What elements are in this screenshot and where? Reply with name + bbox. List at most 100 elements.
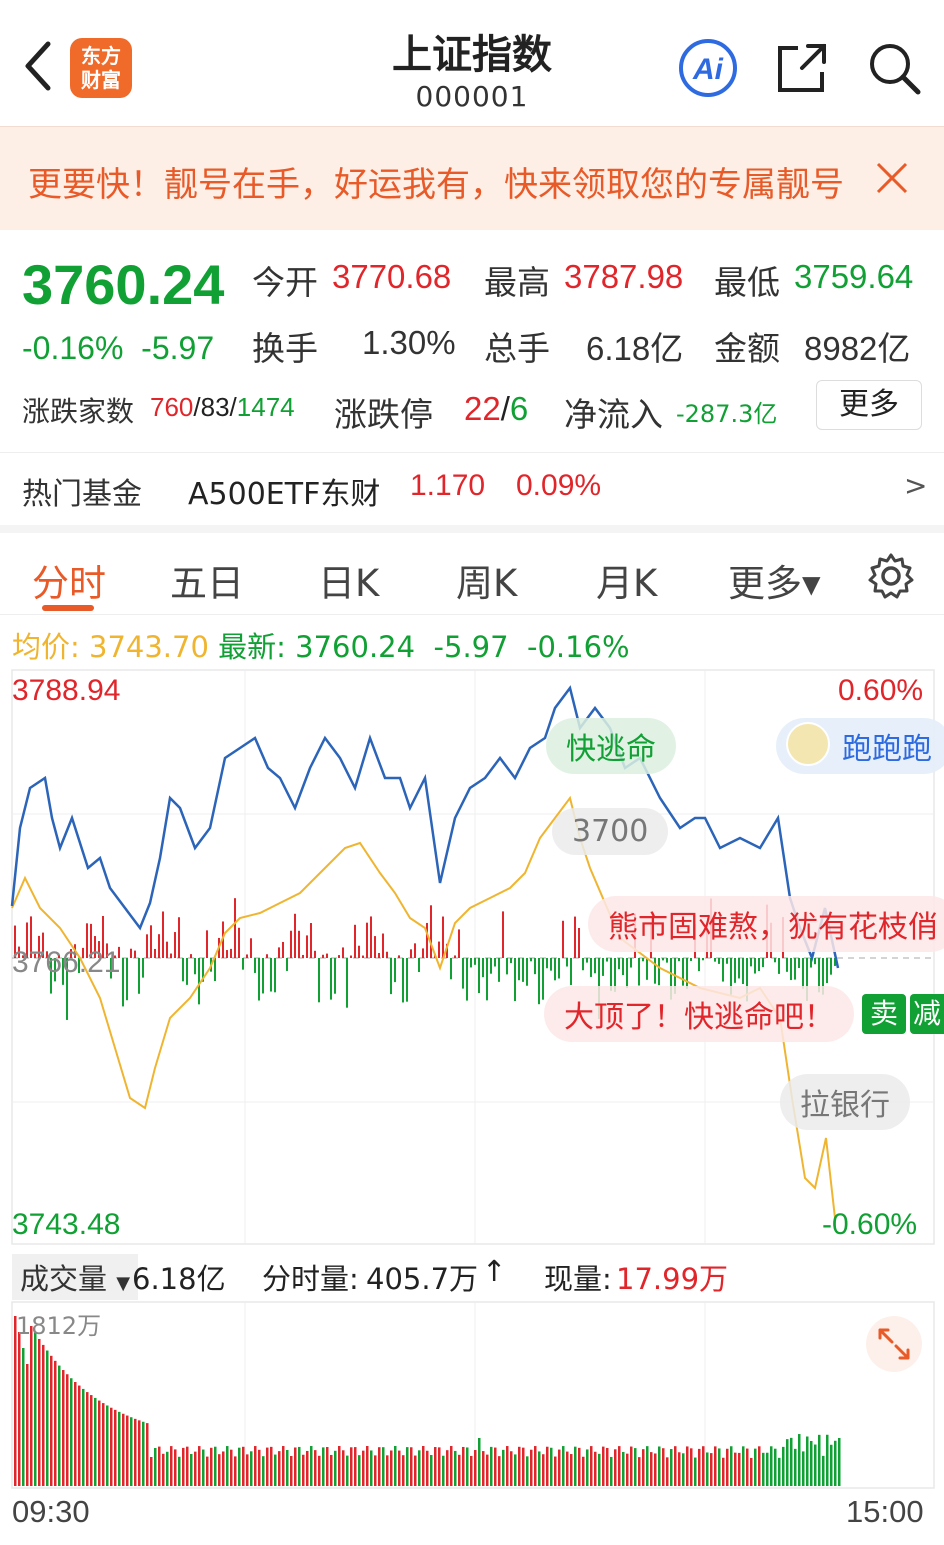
net-volume-bar <box>802 958 804 989</box>
volume-bar <box>182 1447 185 1486</box>
tab-more[interactable]: 更多▾ <box>728 553 821 607</box>
comment-bubble[interactable]: 快逃命 <box>546 718 676 774</box>
volume-label: 总手 <box>484 329 550 368</box>
net-volume-bar <box>722 958 724 982</box>
net-volume-bar <box>170 953 172 958</box>
volume-bar <box>38 1338 41 1486</box>
volume-bar <box>430 1455 433 1486</box>
volume-bar <box>566 1451 569 1486</box>
tab-monthly[interactable]: 月K <box>596 553 657 607</box>
volume-bar <box>290 1455 293 1486</box>
tab-weekly[interactable]: 周K <box>456 553 517 607</box>
volume-bar <box>542 1454 545 1486</box>
fund-price: 1.170 <box>410 469 486 502</box>
net-volume-bar <box>562 920 564 958</box>
sell-button[interactable]: 卖 <box>862 994 906 1034</box>
volume-bar <box>474 1450 477 1486</box>
net-volume-bar <box>122 958 124 1007</box>
gear-icon[interactable] <box>866 551 916 601</box>
search-icon[interactable] <box>866 40 922 96</box>
volume-bar <box>782 1446 785 1486</box>
net-volume-bar <box>466 958 468 1001</box>
ai-icon[interactable]: Ai <box>676 38 740 98</box>
volume-bar <box>402 1455 405 1486</box>
axis-mid-price: 3766.21 <box>12 946 121 979</box>
net-volume-bar <box>194 958 196 975</box>
net-volume-bar <box>126 958 128 1001</box>
volume-bar <box>762 1452 765 1486</box>
net-volume-bar <box>474 958 476 965</box>
volume-bar <box>242 1446 245 1486</box>
net-volume-bar <box>642 958 644 962</box>
volume-bar <box>682 1453 685 1486</box>
net-volume-bar <box>366 922 368 958</box>
volume-bar <box>434 1447 437 1486</box>
volume-bar <box>806 1436 809 1486</box>
comment-bubble[interactable]: 3700 <box>552 808 669 855</box>
breadth-down: 1474 <box>236 392 295 422</box>
promo-banner[interactable]: 更要快！靓号在手，好运我有，快来领取您的专属靓号 <box>0 126 944 230</box>
net-volume-bar <box>238 927 240 958</box>
net-volume-bar <box>734 958 736 983</box>
net-volume-bar <box>762 958 764 968</box>
volume-bar <box>710 1453 713 1486</box>
volume-bar <box>110 1407 113 1486</box>
volume-bar <box>506 1446 509 1486</box>
net-volume-bar <box>462 958 464 989</box>
net-volume-bar <box>582 958 584 971</box>
share-icon[interactable] <box>774 40 830 96</box>
limit-values: 22/6 <box>464 390 528 428</box>
net-volume-bar <box>546 958 548 969</box>
chevron-right-icon[interactable]: > <box>904 469 927 502</box>
volume-bar <box>698 1448 701 1486</box>
more-button[interactable]: 更多 <box>816 380 922 430</box>
tab-daily[interactable]: 日K <box>318 553 379 607</box>
net-volume-bar <box>814 958 816 965</box>
period-tabs: 分时 五日 日K 周K 月K 更多▾ <box>0 525 944 615</box>
sep: / <box>193 392 201 422</box>
comment-bubble[interactable]: 熊市固难熬，犹有花枝俏 <box>588 896 944 952</box>
comment-bubble[interactable]: 跑跑跑 <box>776 718 944 774</box>
volume-bar <box>286 1449 289 1486</box>
net-volume-bar <box>630 958 632 968</box>
volume-bar <box>478 1438 481 1486</box>
volume-bar <box>622 1451 625 1486</box>
tab-underline <box>42 605 94 611</box>
reduce-button[interactable]: 减 <box>910 994 944 1034</box>
tab-five-day[interactable]: 五日 <box>170 553 244 607</box>
net-volume-bar <box>198 958 200 1005</box>
volume-bar <box>646 1446 649 1486</box>
close-icon[interactable] <box>872 158 912 198</box>
net-volume-bar <box>490 958 492 974</box>
volume-bar <box>470 1455 473 1486</box>
volume-bar <box>98 1400 101 1486</box>
volume-bar <box>334 1450 337 1486</box>
expand-icon[interactable] <box>864 1314 924 1374</box>
tab-intraday[interactable]: 分时 <box>32 553 106 607</box>
now-vol-value: 17.99万 <box>616 1262 729 1296</box>
volume-chart[interactable]: 1812万 <box>0 1300 944 1490</box>
fund-name: A500ETF东财 <box>188 477 381 512</box>
hot-fund-row[interactable]: 热门基金 A500ETF东财 1.170 0.09% > <box>0 455 944 521</box>
net-volume-bar <box>334 958 336 994</box>
net-volume-bar <box>186 958 188 985</box>
comment-bubble[interactable]: 拉银行 <box>780 1074 910 1130</box>
net-volume-bar <box>274 958 276 993</box>
volume-selector[interactable]: 成交量 ▼ <box>12 1254 139 1300</box>
intraday-chart[interactable]: 3788.94 3766.21 3743.48 0.60% -0.60% 快逃命… <box>0 668 944 1248</box>
net-volume-bar <box>354 924 356 958</box>
volume-bar <box>466 1447 469 1486</box>
volume-bar <box>486 1454 489 1486</box>
net-volume-bar <box>270 958 272 992</box>
volume-bar <box>834 1440 837 1486</box>
volume-bar <box>62 1370 65 1486</box>
turnover-label: 换手 <box>252 329 318 368</box>
comment-bubble[interactable]: 大顶了！快逃命吧！ <box>544 986 854 1042</box>
volume-bar <box>342 1450 345 1486</box>
net-volume-bar <box>290 930 292 958</box>
volume-bar <box>666 1457 669 1486</box>
net-volume-bar <box>178 917 180 958</box>
volume-bar <box>738 1452 741 1486</box>
volume-bar <box>234 1456 237 1486</box>
net-volume-bar <box>358 945 360 958</box>
